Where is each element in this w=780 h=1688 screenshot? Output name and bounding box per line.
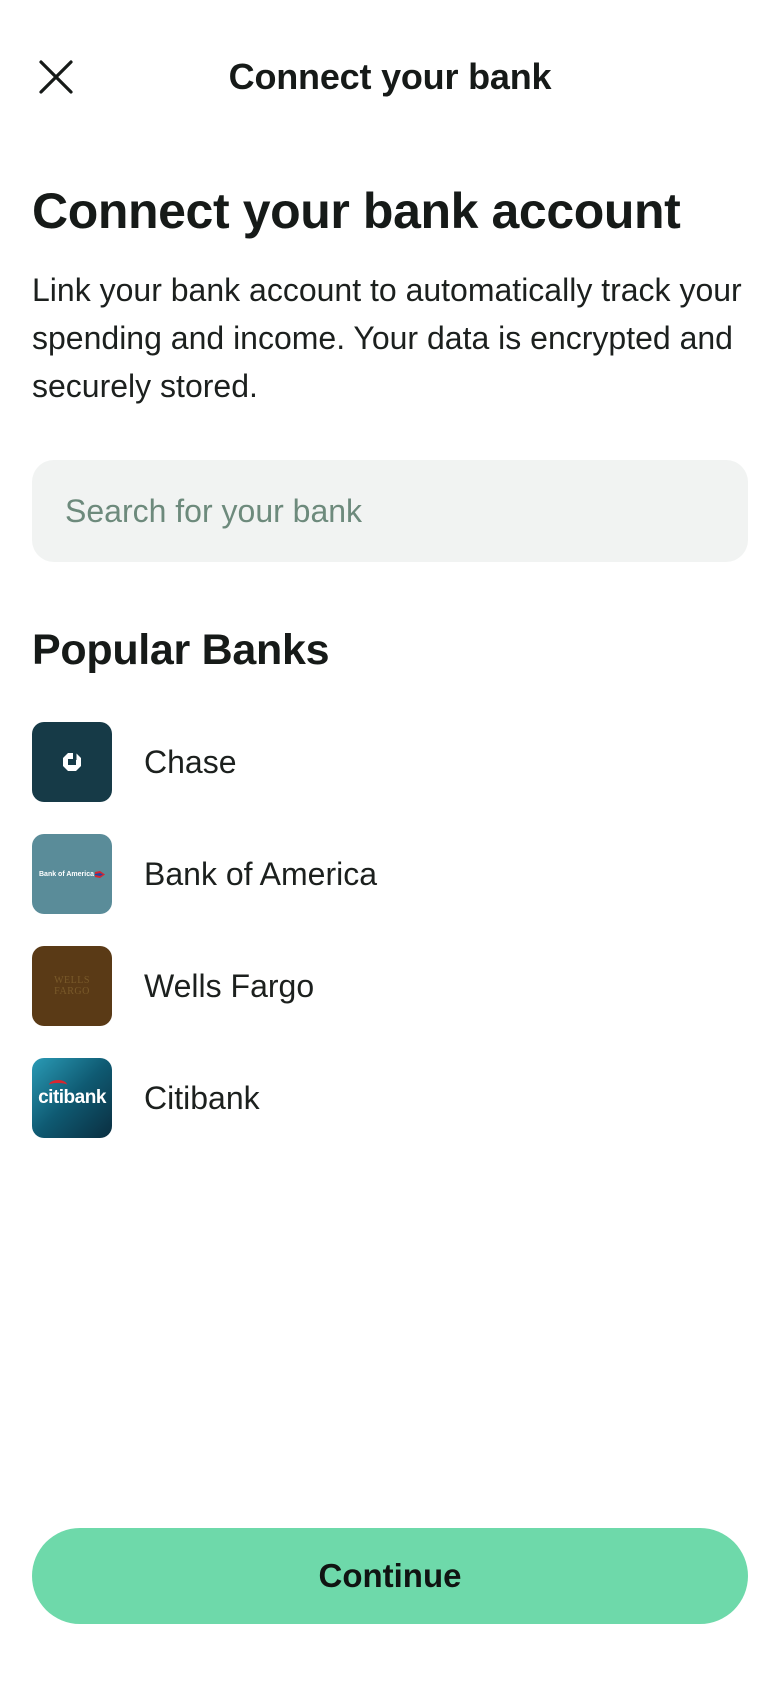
continue-button[interactable]: Continue: [32, 1528, 748, 1624]
bank-name: Bank of America: [144, 855, 377, 892]
bank-item-wells-fargo[interactable]: WELLS FARGO Wells Fargo: [32, 946, 748, 1026]
search-input[interactable]: [32, 460, 748, 562]
bank-of-america-logo: Bank of America: [32, 834, 112, 914]
bank-item-chase[interactable]: Chase: [32, 722, 748, 802]
page-title: Connect your bank account: [32, 183, 681, 239]
citibank-logo-wrap: citibank: [38, 1080, 106, 1109]
header-title: Connect your bank: [228, 56, 552, 97]
top-bar: Connect your bank: [0, 0, 780, 160]
citibank-logo: citibank: [32, 1058, 112, 1138]
bank-name: Citibank: [144, 1079, 260, 1116]
wells-fargo-logo-text: WELLS FARGO: [54, 975, 90, 997]
bank-item-bank-of-america[interactable]: Bank of America Bank of America: [32, 834, 748, 914]
popular-banks-heading: Popular Banks: [32, 626, 330, 674]
chase-logo: [32, 722, 112, 802]
bank-item-citibank[interactable]: citibank Citibank: [32, 1058, 748, 1138]
boa-logo-text: Bank of America: [39, 870, 94, 878]
bank-name: Chase: [144, 743, 237, 780]
wells-fargo-logo: WELLS FARGO: [32, 946, 112, 1026]
page-description: Link your bank account to automatically …: [32, 272, 742, 404]
citibank-logo-text: citibank: [38, 1087, 106, 1108]
boa-flag-icon: [94, 870, 105, 878]
bank-name: Wells Fargo: [144, 967, 315, 1004]
bank-list: Chase Bank of America Bank of America WE…: [32, 722, 748, 1170]
search-box[interactable]: [32, 460, 748, 562]
citi-arc-icon: [49, 1080, 68, 1090]
chase-octagon-icon: [63, 753, 81, 771]
